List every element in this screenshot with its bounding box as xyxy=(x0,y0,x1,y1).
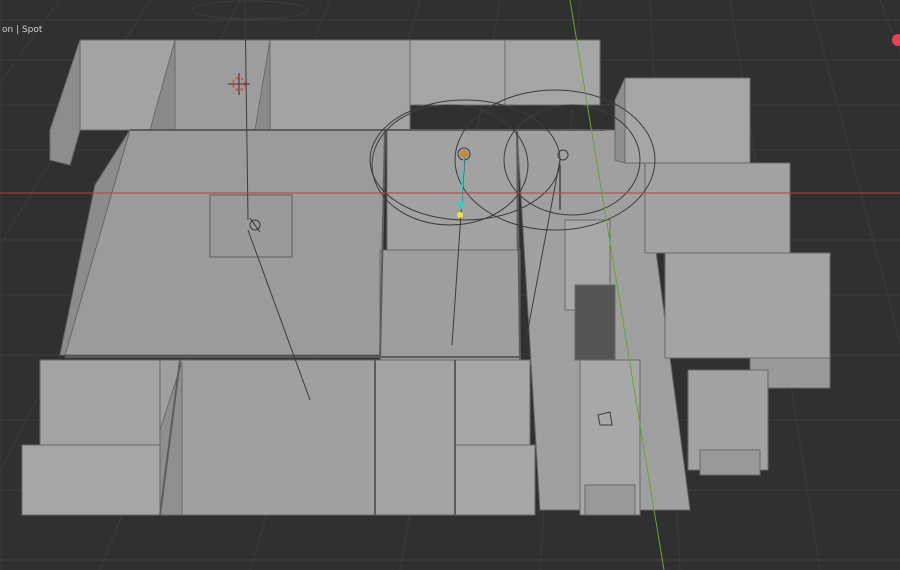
room-right-1 xyxy=(624,77,751,164)
room-bottom-center xyxy=(159,359,376,516)
room-bottom-4 xyxy=(454,444,536,516)
room-back-4 xyxy=(409,39,506,106)
room-bottom-left-1 xyxy=(39,359,181,446)
nav-gizmo-x-icon[interactable] xyxy=(892,34,900,46)
viewport-canvas[interactable] xyxy=(0,0,900,570)
room-bottom-2 xyxy=(374,359,456,516)
room-bottom-3 xyxy=(454,359,531,446)
room-center-top xyxy=(386,129,518,251)
room-bottom-left-2 xyxy=(21,444,163,516)
room-right-3 xyxy=(664,252,831,359)
viewport-mode-label: on | Spot xyxy=(2,25,43,35)
room-back-3 xyxy=(269,39,411,131)
room-center-mid xyxy=(379,249,521,361)
3d-viewport[interactable]: on | Spot xyxy=(0,0,900,570)
room-right-2 xyxy=(644,162,791,254)
room-back-2 xyxy=(174,39,271,131)
building-floorplan xyxy=(21,39,831,516)
